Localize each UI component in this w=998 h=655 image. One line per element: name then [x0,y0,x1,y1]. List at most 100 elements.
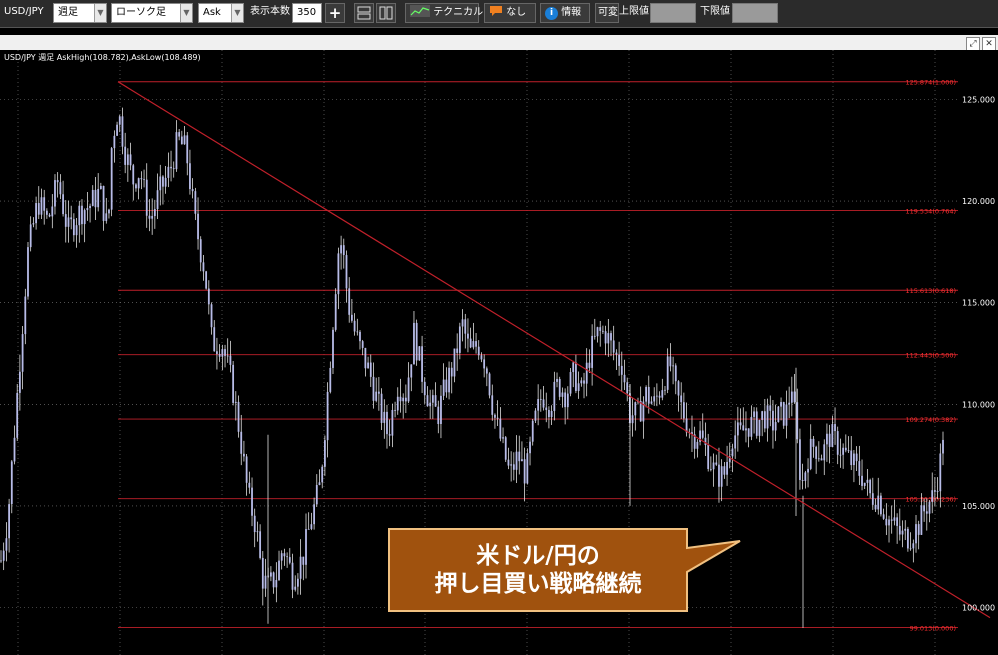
candle-body [763,411,766,429]
candle-body [221,349,224,357]
candle-body [102,185,105,221]
candle-body [734,435,737,449]
candle-body [183,135,186,145]
candle-body [116,124,118,136]
technical-button[interactable]: テクニカル [405,3,483,23]
candle-body [475,341,477,347]
candle-body [631,415,634,424]
candle-body [904,528,907,531]
candle-body [666,356,669,390]
candle-body [650,401,653,404]
fib-level-label: 99.013(0.000) [910,625,956,633]
candle-body [396,396,399,411]
variable-button[interactable]: 可変 [595,3,619,23]
candle-body [755,411,758,436]
candle-body [469,338,472,348]
lower-limit-input[interactable] [732,3,778,23]
expand-icon[interactable]: ⤢ [966,37,980,51]
candle-body [936,491,939,493]
candle-body [415,322,418,361]
candle-body [59,182,62,195]
candle-body [842,447,845,455]
candle-body [18,371,21,393]
chart-type-select[interactable]: ローソク足 ▼ [111,3,193,23]
candle-body [523,459,526,484]
close-icon[interactable]: ✕ [982,37,996,51]
speech-bubble-icon [490,6,502,16]
candle-body [64,214,67,227]
candle-body [21,334,24,372]
price-type-select[interactable]: Ask ▼ [198,3,244,23]
chart-type-value: ローソク足 [116,7,166,18]
candle-body [893,517,896,521]
layout-rows-button[interactable] [354,3,374,23]
candle-body [915,524,917,544]
candle-body [105,213,108,221]
layout-cols-button[interactable] [376,3,396,23]
candle-body [923,505,926,512]
candle-body [145,179,148,216]
candle-body [288,557,291,563]
info-button[interactable]: i 情報 [540,3,590,23]
layout-rows-icon [357,6,371,20]
candle-body [110,148,113,210]
candle-body [707,445,710,469]
candle-body [240,431,243,454]
candle-body [413,322,415,365]
candle-body [720,466,723,487]
add-button[interactable]: + [325,3,345,23]
chevron-down-icon: ▼ [94,4,106,22]
candle-body [426,395,429,407]
candle-body [602,330,604,332]
candle-body [153,209,156,217]
candle-body [140,178,143,180]
candle-body [561,392,564,397]
candle-body [723,466,726,475]
candle-body [928,501,931,514]
candle-body [445,379,448,393]
candle-body [850,450,853,466]
comment-button[interactable]: なし [484,3,536,23]
candle-body [13,437,16,462]
candle-body [788,402,791,405]
candle-body [113,135,116,149]
candle-body [863,482,866,486]
candle-body [251,487,253,516]
period-select[interactable]: 週足 ▼ [53,3,107,23]
candle-body [129,154,132,166]
upper-limit-input[interactable] [650,3,696,23]
candle-body [809,438,812,469]
candle-body [885,518,888,526]
candle-body [380,393,383,423]
candle-body [83,210,86,225]
lower-label: 下限値 [700,6,730,17]
candle-body [774,422,777,431]
candle-body [712,462,715,470]
count-input[interactable]: 350 [292,3,322,23]
candle-body [874,504,877,510]
candle-body [653,396,656,402]
candle-body [531,420,534,442]
candle-body [78,205,81,226]
candle-body [253,515,256,533]
callout-line-1: 米ドル/円の [476,543,600,569]
candle-body [793,391,796,403]
candle-body [440,395,442,424]
candle-body [569,372,572,394]
candle-body [672,365,674,367]
candle-body [804,472,807,481]
candle-body [29,224,32,248]
candle-body [434,395,437,407]
candle-body [404,397,407,402]
candle-body [118,116,121,125]
candle-body [234,401,237,403]
candle-body [99,185,102,189]
candle-body [504,437,507,460]
candle-body [680,395,683,403]
candle-body [162,176,164,187]
candle-body [437,406,440,424]
candle-body [394,409,396,411]
candle-body [178,132,181,137]
candle-body [286,556,289,558]
candle-body [483,359,486,369]
